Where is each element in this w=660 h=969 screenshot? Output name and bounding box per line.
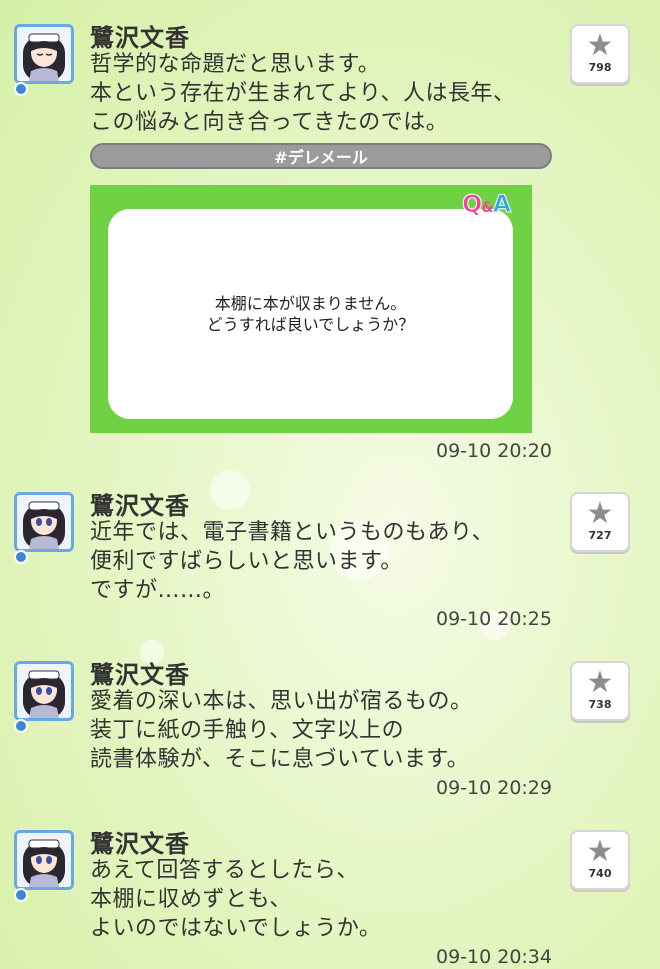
hashtag-bar[interactable]: #デレメール <box>90 143 552 169</box>
star-icon: ★ <box>586 28 614 63</box>
message-line: 本という存在が生まれてより、人は長年、 <box>90 81 516 106</box>
qa-question-line: 本棚に本が収まりません。 <box>214 294 407 313</box>
qa-logo-amp: & <box>481 200 493 216</box>
timestamp: 09-10 20:34 <box>435 946 552 968</box>
message-line: 哲学的な命題だと思います。 <box>90 52 381 77</box>
message-line: 読書体験が、そこに息づいています。 <box>90 747 470 772</box>
diamond-badge-icon <box>14 719 28 733</box>
like-button[interactable]: ★ 738 <box>570 661 630 721</box>
message-text: 哲学的な命題だと思います。 本という存在が生まれてより、人は長年、 この悩みと向… <box>90 50 516 137</box>
message-text: 近年では、電子書籍というものもあり、 便利ですばらしいと思います。 ですが……。 <box>90 518 494 605</box>
qa-logo-q: Q <box>461 190 482 219</box>
diamond-badge-icon <box>14 82 28 96</box>
message-line: 本棚に収めずとも、 <box>90 887 292 912</box>
like-button[interactable]: ★ 727 <box>570 492 630 552</box>
like-button[interactable]: ★ 740 <box>570 830 630 890</box>
message-line: この悩みと向き合ってきたのでは。 <box>90 110 449 135</box>
message-line: 近年では、電子書籍というものもあり、 <box>90 520 495 545</box>
message-text: あえて回答するとしたら、 本棚に収めずとも、 よいのではないでしょうか。 <box>90 856 381 943</box>
qa-card-content: 本棚に本が収まりません。 どうすれば良いでしょうか？ <box>108 209 513 419</box>
timestamp: 09-10 20:29 <box>435 777 552 799</box>
avatar[interactable] <box>14 24 74 84</box>
hashtag-label: #デレメール <box>274 148 368 167</box>
background-sparkle <box>210 470 250 510</box>
avatar[interactable] <box>14 492 74 552</box>
like-button[interactable]: ★ 798 <box>570 24 630 84</box>
sender-name: 鷺沢文香 <box>90 830 190 858</box>
star-icon: ★ <box>586 834 614 869</box>
timestamp: 09-10 20:20 <box>435 440 552 462</box>
sender-name: 鷺沢文香 <box>90 24 190 52</box>
star-icon: ★ <box>586 665 614 700</box>
message-text: 愛着の深い本は、思い出が宿るもの。 装丁に紙の手触り、文字以上の 読書体験が、そ… <box>90 687 473 774</box>
avatar[interactable] <box>14 830 74 890</box>
qa-logo: Q&A <box>461 190 512 219</box>
like-count: 798 <box>588 61 612 74</box>
message-line: 愛着の深い本は、思い出が宿るもの。 <box>90 689 473 714</box>
sender-name: 鷺沢文香 <box>90 492 190 520</box>
like-count: 727 <box>588 529 612 542</box>
message-line: よいのではないでしょうか。 <box>90 916 382 941</box>
message-line: あえて回答するとしたら、 <box>90 858 359 883</box>
message-line: 装丁に紙の手触り、文字以上の <box>90 718 405 743</box>
like-count: 738 <box>588 698 612 711</box>
timestamp: 09-10 20:25 <box>435 608 552 630</box>
qa-logo-a: A <box>492 190 512 219</box>
star-icon: ★ <box>586 496 614 531</box>
message-line: 便利ですばらしいと思います。 <box>90 549 403 574</box>
qa-question-line: どうすれば良いでしょうか？ <box>206 315 415 334</box>
qa-card-image[interactable]: 本棚に本が収まりません。 どうすれば良いでしょうか？ Q&A <box>90 185 532 433</box>
message-line: ですが……。 <box>90 578 226 603</box>
like-count: 740 <box>588 867 612 880</box>
sender-name: 鷺沢文香 <box>90 661 190 689</box>
avatar[interactable] <box>14 661 74 721</box>
diamond-badge-icon <box>14 550 28 564</box>
diamond-badge-icon <box>14 888 28 902</box>
